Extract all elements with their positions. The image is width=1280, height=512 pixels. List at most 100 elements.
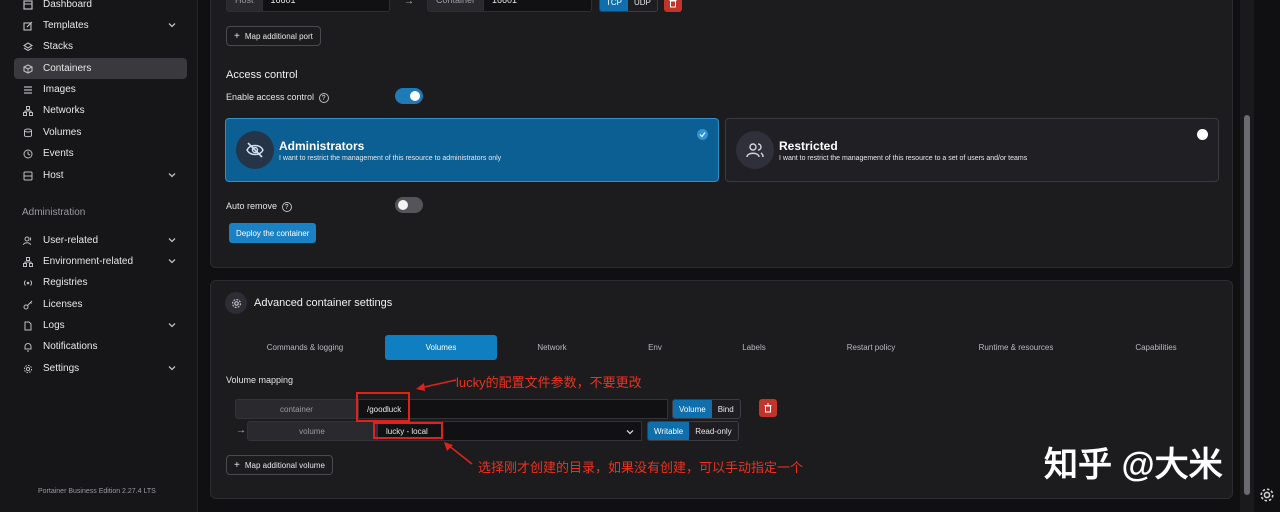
chevron-down-icon — [168, 259, 176, 264]
sidebar-item-dashboard[interactable]: Dashboard — [14, 0, 187, 15]
sidebar-item-environment-related[interactable]: Environment-related — [14, 251, 187, 272]
section-title-administration: Administration — [22, 207, 86, 218]
version-footer: Portainer Business Edition 2.27.4 LTS — [38, 488, 156, 495]
layers-icon — [22, 41, 34, 53]
sidebar-item-user-related[interactable]: User-related — [14, 230, 187, 251]
sidebar-item-events[interactable]: Events — [14, 143, 187, 164]
network-icon — [22, 256, 34, 268]
container-path-prefix: container — [235, 399, 358, 419]
tcp-button[interactable]: TCP — [600, 0, 628, 11]
annotation-box-volume — [373, 422, 443, 439]
sidebar-item-label: Licenses — [43, 299, 83, 310]
writable-button[interactable]: Writable — [648, 422, 690, 440]
map-additional-port-button[interactable]: + Map additional port — [226, 26, 321, 46]
tab-capabilities[interactable]: Capabilities — [1100, 335, 1212, 360]
sidebar-item-settings[interactable]: Settings — [14, 358, 187, 379]
restricted-option-card[interactable]: Restricted I want to restrict the manage… — [725, 118, 1219, 182]
container-label: Container — [428, 0, 485, 11]
container-port-input[interactable]: Container 16601 — [427, 0, 592, 12]
sidebar-item-label: Logs — [43, 320, 65, 331]
host-port-input[interactable]: Host 16601 — [226, 0, 390, 12]
sidebar-item-notifications[interactable]: Notifications — [14, 336, 187, 357]
tab-network[interactable]: Network — [502, 335, 602, 360]
auto-remove-toggle[interactable] — [395, 197, 423, 213]
check-icon — [697, 129, 708, 140]
tab-labels[interactable]: Labels — [704, 335, 804, 360]
sidebar-item-images[interactable]: Images — [14, 79, 187, 100]
volume-button[interactable]: Volume — [673, 400, 712, 418]
page-scrollbar[interactable] — [1240, 0, 1254, 512]
arrow-right-icon: → — [404, 0, 414, 7]
settings-icon — [225, 292, 247, 314]
restricted-description: I want to restrict the management of thi… — [779, 155, 1028, 162]
administrators-option-card[interactable]: Administrators I want to restrict the ma… — [225, 118, 719, 182]
sidebar-item-logs[interactable]: Logs — [14, 315, 187, 336]
trash-icon — [669, 0, 677, 8]
sidebar-item-label: Notifications — [43, 341, 98, 352]
administrators-description: I want to restrict the management of thi… — [279, 155, 502, 162]
arrow-right-icon: → — [236, 425, 246, 436]
enable-access-control-toggle[interactable] — [395, 88, 423, 104]
file-icon — [22, 320, 34, 332]
sidebar-item-stacks[interactable]: Stacks — [14, 36, 187, 57]
gear-icon[interactable] — [1259, 487, 1275, 503]
users-icon — [736, 131, 774, 169]
sidebar-item-label: Settings — [43, 363, 80, 374]
users-icon — [22, 235, 34, 247]
server-icon — [22, 170, 34, 182]
dashboard-icon — [22, 0, 34, 11]
sidebar: Dashboard Templates Stacks Containers Im… — [0, 0, 198, 512]
sidebar-item-label: Containers — [43, 63, 92, 74]
deploy-container-button[interactable]: Deploy the container — [229, 223, 317, 243]
sidebar-item-label: Stacks — [43, 41, 74, 52]
sidebar-item-label: Volumes — [43, 127, 82, 138]
help-icon[interactable]: ? — [318, 93, 329, 103]
annotation-box-container-path — [356, 392, 410, 422]
volume-type-toggle: Volume Bind — [672, 399, 741, 419]
tab-runtime-resources[interactable]: Runtime & resources — [950, 335, 1082, 360]
bind-button[interactable]: Bind — [711, 400, 740, 418]
sidebar-item-volumes[interactable]: Volumes — [14, 122, 187, 143]
sidebar-item-label: Host — [43, 170, 64, 181]
sidebar-item-containers[interactable]: Containers — [14, 58, 187, 79]
annotation-arrow-icon — [416, 379, 457, 391]
box-icon — [22, 63, 34, 75]
access-control-title: Access control — [226, 69, 298, 81]
sidebar-item-host[interactable]: Host — [14, 165, 187, 186]
annotation-arrow-icon — [444, 442, 473, 465]
radio-icon — [22, 277, 34, 289]
auto-remove-text: Auto remove — [226, 201, 278, 211]
list-icon — [22, 84, 34, 96]
radio-unchecked[interactable] — [1197, 129, 1208, 140]
tab-env[interactable]: Env — [605, 335, 705, 360]
plus-icon: + — [234, 30, 240, 42]
sidebar-item-label: Dashboard — [43, 0, 92, 10]
database-icon — [22, 127, 34, 139]
remove-port-button[interactable] — [664, 0, 682, 12]
readonly-button[interactable]: Read-only — [689, 422, 738, 440]
tab-commands-logging[interactable]: Commands & logging — [230, 335, 380, 360]
tab-volumes[interactable]: Volumes — [385, 335, 497, 360]
restricted-title: Restricted — [779, 139, 838, 153]
bell-icon — [22, 341, 34, 353]
volume-prefix: volume — [247, 421, 377, 441]
sidebar-item-label: Images — [43, 84, 76, 95]
trash-icon — [764, 403, 772, 413]
tab-restart-policy[interactable]: Restart policy — [812, 335, 930, 360]
remove-volume-button[interactable] — [759, 399, 777, 417]
sidebar-item-templates[interactable]: Templates — [14, 15, 187, 36]
annotation-note-volume: 选择刚才创建的目录，如果没有创建，可以手动指定一个 — [478, 460, 804, 475]
host-port-value: 16601 — [270, 0, 296, 5]
scrollbar-thumb[interactable] — [1244, 115, 1250, 495]
help-icon[interactable]: ? — [281, 202, 292, 212]
watermark: 知乎 @大米 — [1044, 446, 1223, 484]
host-label: Host — [227, 0, 263, 11]
chevron-down-icon — [168, 238, 176, 243]
auto-remove-label: Auto remove ? — [226, 201, 292, 212]
eye-off-icon — [236, 131, 274, 169]
sidebar-item-licenses[interactable]: Licenses — [14, 294, 187, 315]
sidebar-item-registries[interactable]: Registries — [14, 272, 187, 293]
map-additional-volume-button[interactable]: + Map additional volume — [226, 455, 333, 475]
sidebar-item-networks[interactable]: Networks — [14, 100, 187, 121]
udp-button[interactable]: UDP — [628, 0, 657, 11]
